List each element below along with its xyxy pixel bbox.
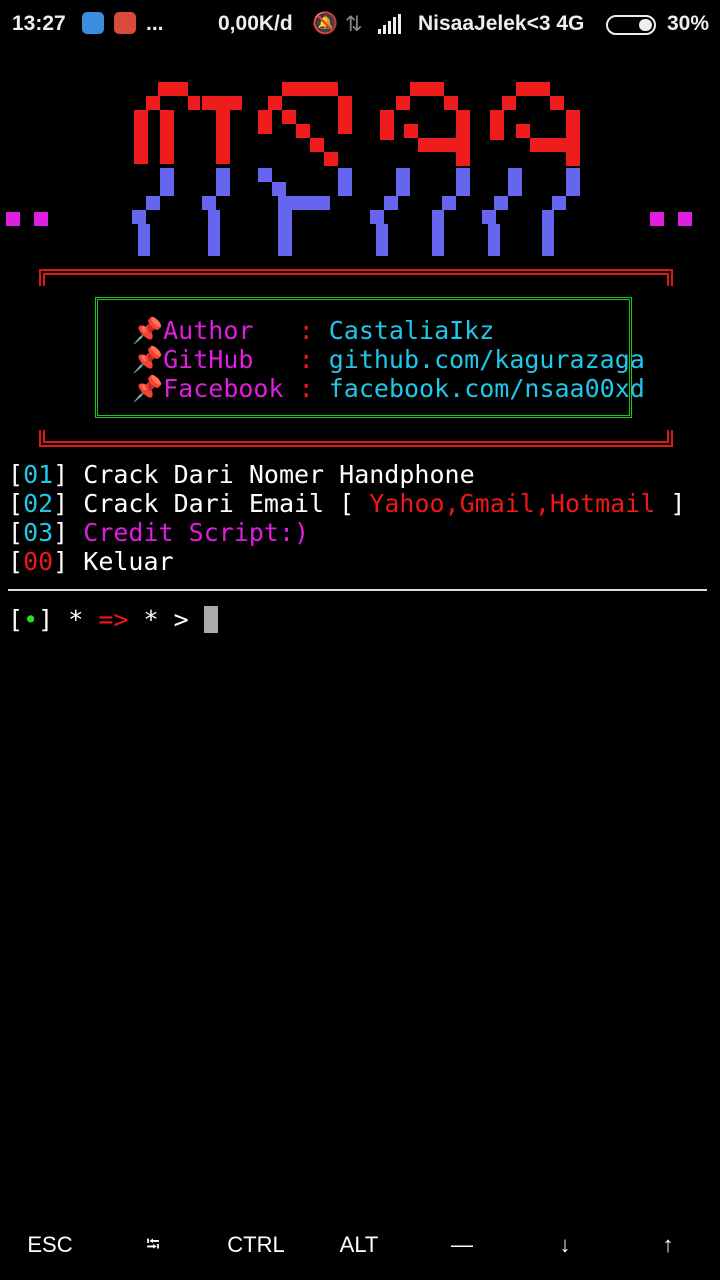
- nsaa-logo: [6, 82, 692, 256]
- esc-key[interactable]: ESC: [0, 1232, 100, 1258]
- menu-item-03[interactable]: [03] Credit Script:): [8, 518, 309, 547]
- arrow-up-key[interactable]: ↑: [618, 1232, 718, 1258]
- dash-key[interactable]: —: [412, 1232, 512, 1258]
- text-cursor: [203, 606, 218, 633]
- status-bar: 13:27 ... 0,00K/d 🔕 ⇅ NisaaJelek<3 4G 30…: [0, 0, 720, 50]
- clock: 13:27: [12, 12, 66, 35]
- network-speed: 0,00K/d: [218, 12, 293, 35]
- more-notifications: ...: [146, 12, 164, 35]
- battery-percent: 30%: [667, 12, 710, 35]
- banner-frame-top: [39, 269, 673, 286]
- banner-frame-bottom: [39, 430, 673, 447]
- ctrl-key[interactable]: CTRL: [206, 1232, 306, 1258]
- app-notification-icon: [114, 12, 136, 34]
- data-transfer-icon: ⇅: [345, 13, 363, 36]
- author-info-box: 📌Author : CastaliaIkz 📌GitHub : github.c…: [95, 297, 645, 418]
- menu-item-00[interactable]: [00] Keluar: [8, 547, 174, 576]
- signal-icon: [378, 14, 406, 34]
- info-row-author: 📌Author : CastaliaIkz: [132, 316, 495, 345]
- info-row-github: 📌GitHub : github.com/kagurazaga: [132, 345, 645, 374]
- input-prompt[interactable]: [•] * => * >: [8, 605, 218, 634]
- mute-bell-icon: 🔕: [312, 12, 339, 35]
- menu-item-01[interactable]: [01] Crack Dari Nomer Handphone: [8, 460, 475, 489]
- app-notification-icon: [82, 12, 104, 34]
- tab-key[interactable]: ⭾: [103, 1232, 203, 1262]
- extra-keys-bar: ESC ⭾ CTRL ALT — ↓ ↑: [0, 1220, 720, 1270]
- info-row-facebook: 📌Facebook : facebook.com/nsaa00xd: [132, 374, 645, 403]
- menu-separator: [8, 589, 707, 591]
- battery-icon: [606, 15, 656, 35]
- menu-item-02[interactable]: [02] Crack Dari Email [ Yahoo,Gmail,Hotm…: [8, 489, 685, 518]
- carrier-label: NisaaJelek<3 4G: [418, 12, 585, 35]
- alt-key[interactable]: ALT: [309, 1232, 409, 1258]
- arrow-down-key[interactable]: ↓: [515, 1232, 615, 1258]
